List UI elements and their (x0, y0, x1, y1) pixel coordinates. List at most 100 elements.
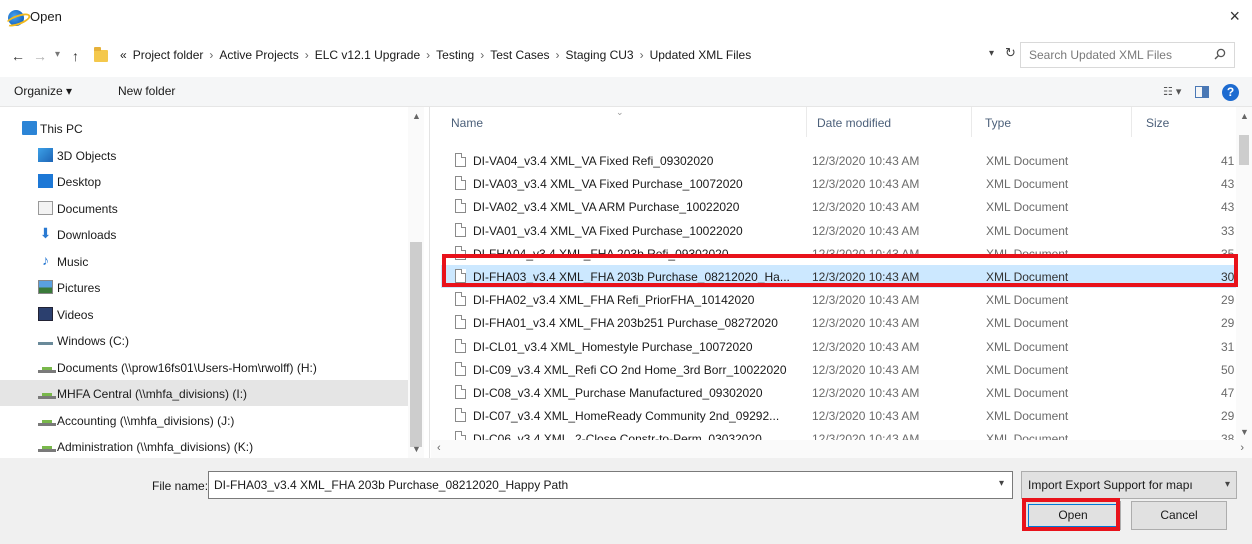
scroll-down-icon[interactable]: ▼ (1240, 427, 1249, 437)
sidebar-item[interactable]: Accounting (\\mhfa_divisions) (J:) (0, 407, 422, 433)
sidebar-item[interactable]: Desktop (0, 168, 422, 194)
search-box[interactable] (1020, 42, 1235, 68)
search-icon[interactable] (1214, 48, 1226, 60)
search-input[interactable] (1029, 48, 1199, 62)
chevron-down-icon[interactable]: ▾ (999, 478, 1004, 489)
column-header-size[interactable]: Size (1146, 116, 1169, 130)
column-divider[interactable] (971, 107, 972, 137)
sidebar-item[interactable]: 3D Objects (0, 142, 422, 168)
file-name-cell: DI-FHA02_v3.4 XML_FHA Refi_PriorFHA_1014… (473, 293, 755, 308)
sidebar-item-label: Windows (C:) (57, 334, 130, 348)
scroll-left-icon[interactable]: ‹ (437, 442, 441, 454)
file-type-label: Import Export Support for mapı (1028, 478, 1193, 492)
file-size-cell: 33 I (1220, 223, 1241, 238)
sidebar-item[interactable]: ♪ Music (0, 248, 422, 274)
cube-icon (38, 147, 53, 162)
help-icon[interactable]: ? (1222, 84, 1239, 101)
file-row[interactable]: DI-VA01_v3.4 XML_VA Fixed Purchase_10022… (441, 219, 1241, 242)
file-row[interactable]: DI-FHA03_v3.4 XML_FHA 203b Purchase_0821… (441, 265, 1241, 288)
file-size-cell: 38 I (1220, 432, 1241, 440)
sidebar-item[interactable]: MHFA Central (\\mhfa_divisions) (I:) (0, 380, 422, 406)
breadcrumb-item[interactable]: Project folder (133, 48, 204, 62)
file-row[interactable]: DI-C08_v3.4 XML_Purchase Manufactured_09… (441, 381, 1241, 404)
title-bar: Open × (0, 0, 1252, 34)
file-type-cell: XML Document (986, 409, 1069, 424)
up-arrow-icon[interactable]: ↑ (72, 48, 79, 64)
breadcrumb-item[interactable]: ELC v12.1 Upgrade (315, 48, 420, 62)
breadcrumb-item[interactable]: Active Projects (219, 48, 298, 62)
refresh-icon[interactable]: ↻ (1005, 45, 1016, 61)
column-divider[interactable] (806, 107, 807, 137)
sidebar-item[interactable]: Administration (\\mhfa_divisions) (K:) (0, 433, 422, 458)
sidebar-item-label: Downloads (57, 228, 117, 242)
back-arrow-icon[interactable]: ← (11, 48, 25, 64)
change-view-icon[interactable]: ☷ ▾ (1163, 85, 1181, 98)
address-dropdown-chevron-icon[interactable]: ▾ (989, 48, 994, 59)
scrollbar-thumb[interactable] (410, 242, 422, 447)
cancel-button[interactable]: Cancel (1131, 501, 1227, 530)
file-row[interactable]: DI-CL01_v3.4 XML_Homestyle Purchase_1007… (441, 335, 1241, 358)
sidebar-item[interactable]: This PC (0, 115, 422, 141)
file-name-combobox[interactable]: ▾ (208, 471, 1013, 499)
pictures-icon (38, 280, 53, 294)
column-header-date[interactable]: Date modified (817, 116, 891, 130)
sidebar-item-label: Desktop (57, 175, 102, 189)
preview-pane-icon[interactable] (1195, 86, 1209, 98)
file-row[interactable]: DI-C06_v3.4 XML_2-Close Constr-to-Perm_0… (441, 427, 1241, 440)
column-header-type[interactable]: Type (985, 116, 1011, 130)
recent-locations-chevron-icon[interactable]: ▾ (55, 49, 60, 60)
scroll-up-icon[interactable]: ▲ (1240, 111, 1249, 121)
breadcrumb-overflow[interactable]: « (120, 48, 127, 62)
organize-menu-button[interactable]: Organize ▾ (14, 84, 72, 98)
file-type-select[interactable]: Import Export Support for mapı ▾ (1021, 471, 1237, 499)
scroll-down-icon[interactable]: ▼ (412, 444, 421, 454)
chevron-down-icon[interactable]: ▾ (1225, 479, 1230, 490)
file-row[interactable]: DI-VA03_v3.4 XML_VA Fixed Purchase_10072… (441, 172, 1241, 195)
breadcrumb-separator-icon: › (426, 48, 431, 62)
scrollbar-thumb[interactable] (1239, 135, 1249, 165)
scroll-up-icon[interactable]: ▲ (412, 111, 421, 121)
sidebar-item[interactable]: ⬇ Downloads (0, 221, 422, 247)
sidebar-item[interactable]: Pictures (0, 274, 422, 300)
open-button[interactable]: Open (1025, 501, 1121, 530)
breadcrumb-item[interactable]: Testing (436, 48, 474, 62)
breadcrumb-item[interactable]: Test Cases (490, 48, 549, 62)
date-modified-cell: 12/3/2020 10:43 AM (812, 154, 920, 168)
file-row[interactable]: DI-VA04_v3.4 XML_VA Fixed Refi_09302020 1… (441, 149, 1241, 172)
forward-arrow-icon[interactable]: → (33, 48, 47, 64)
breadcrumb-item[interactable]: Staging CU3 (566, 48, 634, 62)
file-row[interactable]: DI-FHA02_v3.4 XML_FHA Refi_PriorFHA_1014… (441, 288, 1241, 311)
file-row[interactable]: DI-VA02_v3.4 XML_VA ARM Purchase_1002202… (441, 195, 1241, 218)
file-row[interactable]: DI-C07_v3.4 XML_HomeReady Community 2nd_… (441, 404, 1241, 427)
close-icon[interactable]: × (1229, 6, 1240, 27)
file-name-cell: DI-C06_v3.4 XML_2-Close Constr-to-Perm_0… (473, 432, 762, 440)
column-divider[interactable] (1131, 107, 1132, 137)
file-size-cell: 41 I (1220, 154, 1241, 168)
file-row[interactable]: DI-FHA04_v3.4 XML_FHA 203b Refi_09302020… (441, 242, 1241, 265)
nav-pane-scrollbar[interactable]: ▲ ▼ (408, 107, 424, 458)
new-folder-button[interactable]: New folder (118, 84, 175, 98)
breadcrumb[interactable]: « Project folder › Active Projects › ELC v12.… (94, 44, 994, 68)
file-type-cell: XML Document (986, 316, 1069, 331)
file-row[interactable]: DI-C09_v3.4 XML_Refi CO 2nd Home_3rd Bor… (441, 358, 1241, 381)
file-size-cell: 30 I (1220, 270, 1241, 284)
sidebar-item[interactable]: Windows (C:) (0, 327, 422, 353)
file-row[interactable]: DI-FHA01_v3.4 XML_FHA 203b251 Purchase_0… (441, 311, 1241, 334)
column-header-name[interactable]: Name (451, 116, 483, 130)
date-modified-cell: 12/3/2020 10:43 AM (812, 200, 920, 215)
file-size-cell: 29 I (1220, 316, 1241, 331)
scroll-right-icon[interactable]: › (1240, 442, 1244, 454)
computer-icon (22, 121, 37, 135)
file-list-horizontal-scrollbar[interactable]: ‹ › (431, 440, 1252, 458)
breadcrumb-trail: « Project folder › Active Projects › ELC v12.… (120, 48, 757, 62)
xml-file-icon (455, 269, 466, 283)
xml-file-icon (455, 431, 466, 440)
date-modified-cell: 12/3/2020 10:43 AM (812, 339, 920, 354)
breadcrumb-item[interactable]: Updated XML Files (650, 48, 752, 62)
file-name-input[interactable] (214, 478, 974, 492)
sidebar-item[interactable]: Videos (0, 301, 422, 327)
xml-file-icon (455, 385, 466, 399)
file-list-vertical-scrollbar[interactable]: ▲ ▼ (1236, 107, 1252, 440)
sidebar-item[interactable]: Documents (0, 195, 422, 221)
sidebar-item[interactable]: Documents (\\prow16fs01\Users-Hom\rwolff… (0, 354, 422, 380)
